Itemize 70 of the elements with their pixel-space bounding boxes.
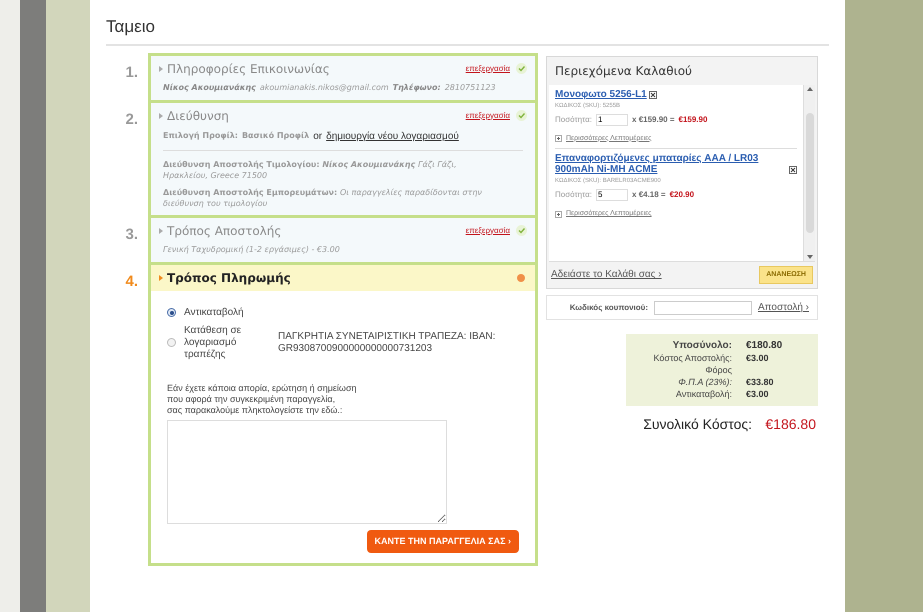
step-title: Τρόπος Πληρωμής: [167, 270, 291, 286]
remove-icon: [789, 166, 797, 174]
product-title-link[interactable]: Μονοφωτο 5256-L1: [555, 88, 647, 100]
radio-button[interactable]: [167, 338, 176, 347]
phone-label: Τηλέφωνο:: [392, 82, 441, 94]
page-title: Ταμειο: [106, 14, 829, 46]
quantity-field[interactable]: 5: [596, 189, 628, 201]
note-text: που αφορά την συγκεκριμένη παραγγελία,: [167, 394, 336, 404]
phone-number: 2810751123: [444, 82, 496, 94]
or-text: or: [313, 130, 322, 144]
contact-email: akoumianakis.nikos@gmail.com: [260, 82, 389, 94]
step-title: Τρόπος Αποστολής: [167, 222, 282, 240]
shipping-address-text: Διεύθυνση Αποστολής Εμπορευμάτων: Οι παραγγελίες παραδίδονται στην διεύθυνση του τιμολογίου: [163, 186, 483, 208]
edit-link[interactable]: επεξεργασία: [466, 110, 510, 122]
total-label: Κόστος Αποστολής:: [652, 352, 732, 364]
unit-price: x €4.18 =: [632, 189, 666, 201]
contact-name: Νίκος Ακουμιανάκης: [163, 82, 256, 94]
shipping-method: Γενική Ταχυδρομική (1-2 εργάσιμες) - €3.00: [163, 244, 341, 256]
line-total: €159.90: [678, 114, 708, 126]
profile-label: Επιλογή Προφίλ:: [163, 130, 238, 142]
place-order-button[interactable]: ΚΑΝΤΕ ΤΗΝ ΠΑΡΑΓΓΕΛΙΑ ΣΑΣ ›: [366, 530, 519, 553]
billing-address-text: Διεύθυνση Αποστολής Τιμολογίου: Νίκος Ακουμιανάκης Γάζι Γάζι, Ηρακλείου, Greece 71500: [163, 158, 458, 180]
total-label: Φ.Π.Α (23%):: [677, 376, 732, 388]
step-number: 3.: [124, 224, 138, 244]
quantity-label: Ποσότητα:: [555, 114, 592, 126]
scrollbar[interactable]: [803, 84, 815, 260]
cart-title: Περιεχόμενα Καλαθιού: [554, 62, 693, 80]
step-number: 2.: [124, 110, 138, 130]
bullet-icon: [159, 228, 163, 234]
profile-value: Βασικό Προφίλ: [242, 130, 310, 142]
bank-account-text: ΠΑΓΚΡΗΤΙΑ ΣΥΝΕΤΑΙΡΙΣΤΙΚΗ ΤΡΑΠΕΖΑ: IBAN: GR9308700900000000000731203: [278, 330, 496, 354]
remove-icon: [648, 90, 657, 98]
expand-icon: [555, 210, 562, 218]
total-value: €33.80: [746, 376, 774, 388]
comment-box[interactable]: [167, 420, 447, 524]
payment-option-label: Κατάθεση σε λογαριασμό τραπέζης: [184, 324, 242, 360]
coupon-field[interactable]: [654, 300, 752, 314]
bullet-icon: [159, 66, 163, 72]
empty-cart-link[interactable]: Αδειάστε το Καλάθι σας ›: [551, 267, 662, 282]
bullet-icon: [159, 112, 163, 118]
edit-link[interactable]: επεξεργασία: [466, 62, 510, 74]
note-text: Εάν έχετε κάποια απορία, ερώτηση ή σημείωση: [167, 382, 358, 394]
step-number: 4.: [124, 272, 138, 292]
bullet-icon: [159, 274, 163, 280]
step-title: Διεύθυνση: [167, 108, 229, 124]
unit-price: x €159.90 =: [632, 114, 674, 126]
total-value: €3.00: [746, 352, 769, 364]
scroll-down-icon[interactable]: [806, 254, 812, 258]
total-value: €180.80: [746, 340, 782, 352]
coupon-submit-link[interactable]: Αποστολή ›: [758, 300, 809, 315]
scroll-up-icon[interactable]: [806, 86, 812, 90]
new-account-link[interactable]: δημιουργία νέου λογαριασμού: [326, 128, 459, 144]
total-label: Αντικαταβολή:: [674, 388, 732, 400]
total-value: €3.00: [746, 388, 769, 400]
note-text: σας παρακαλούμε πληκτολογείστε την εδώ.:: [167, 404, 344, 416]
grand-total-label: Συνολικό Κόστος:: [642, 415, 752, 434]
quantity-field[interactable]: 1: [596, 114, 628, 126]
coupon-label: Κωδικός κουπονιού:: [568, 302, 648, 314]
total-label: Φόρος: [704, 364, 732, 376]
step-number: 1.: [124, 62, 138, 82]
radio-button[interactable]: [167, 308, 176, 317]
total-label: Υποσύνολο:: [672, 340, 732, 352]
payment-option-label: Αντικαταβολή: [184, 306, 245, 318]
product-title-link[interactable]: Επαναφορτιζόμενες μπαταρίες AAA / LR03 900mAh Ni-MH ACME: [555, 153, 787, 175]
grand-total-value: €186.80: [765, 415, 816, 434]
expand-icon: [555, 135, 562, 142]
edit-link[interactable]: επεξεργασία: [466, 224, 510, 236]
step-title: Πληροφορίες Επικοινωνίας: [167, 60, 330, 78]
line-total: €20.90: [670, 189, 694, 201]
quantity-label: Ποσότητα:: [555, 189, 592, 201]
